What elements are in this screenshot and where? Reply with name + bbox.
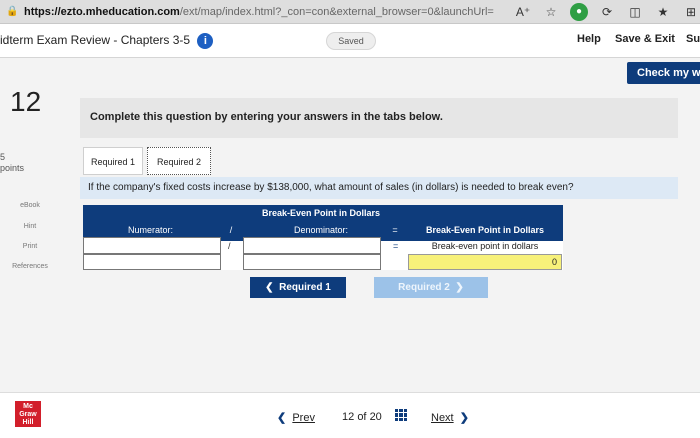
- favorite-star-icon[interactable]: ☆: [542, 3, 560, 21]
- question-grid-icon[interactable]: [395, 409, 407, 421]
- next-question-button[interactable]: Next ❯: [431, 411, 469, 424]
- logo-line-3: Hill: [22, 419, 34, 426]
- row-equals-sign: =: [393, 241, 399, 251]
- app-header: idterm Exam Review - Chapters 3-5 i Save…: [0, 24, 700, 58]
- row-divide-sign: /: [228, 241, 231, 251]
- numerator-input-2[interactable]: [83, 254, 221, 270]
- save-exit-button[interactable]: Save & Exit: [615, 33, 675, 45]
- hint-link[interactable]: Hint: [0, 223, 60, 230]
- logo-line-1: Mc: [23, 403, 33, 410]
- page-indicator: 12 of 20: [342, 411, 382, 423]
- question-number: 12: [10, 86, 42, 117]
- url-text[interactable]: https://ezto.mheducation.com/ext/map/ind…: [24, 6, 494, 18]
- required-1-nav-label: Required 1: [279, 282, 331, 293]
- equals-sign: =: [392, 225, 398, 235]
- question-prompt: If the company's fixed costs increase by…: [80, 177, 678, 199]
- help-button[interactable]: Help: [577, 33, 601, 45]
- chevron-right-icon: ❯: [459, 412, 469, 424]
- mcgraw-hill-logo: Mc Graw Hill: [15, 401, 41, 427]
- exam-title-text: idterm Exam Review - Chapters 3-5: [0, 33, 191, 48]
- denominator-input-2[interactable]: [243, 254, 381, 270]
- denominator-input-1[interactable]: [243, 237, 381, 254]
- current-page: 12: [342, 411, 355, 423]
- favorites-bar-icon[interactable]: ★: [654, 3, 672, 21]
- footer: Mc Graw Hill ❮ Prev 12 of 20 Next ❯: [0, 392, 700, 438]
- points-number: 5: [0, 152, 6, 162]
- browser-toolbar: A⁺ ☆ ● ⟳ ◫ ★ ⊞: [514, 3, 700, 21]
- lock-icon: 🔒: [6, 5, 19, 17]
- result-header: Break-Even Point in Dollars: [425, 225, 545, 235]
- required-1-nav-button[interactable]: ❮ Required 1: [250, 277, 346, 298]
- table-header: Break-Even Point in Dollars Numerator: /…: [83, 205, 563, 241]
- collections-icon[interactable]: ⊞: [682, 3, 700, 21]
- denominator-header: Denominator:: [293, 225, 349, 235]
- tab-required-1[interactable]: Required 1: [83, 147, 143, 175]
- next-label: Next: [431, 412, 454, 424]
- chevron-left-icon: ❮: [265, 282, 274, 293]
- page-of: of: [357, 411, 367, 423]
- exam-title: idterm Exam Review - Chapters 3-5 i: [0, 33, 214, 49]
- refresh-icon[interactable]: ⟳: [598, 3, 616, 21]
- browser-address-bar[interactable]: 🔒 https://ezto.mheducation.com/ext/map/i…: [0, 0, 700, 24]
- instruction-banner: Complete this question by entering your …: [80, 98, 678, 138]
- break-even-result-value: 0: [551, 257, 557, 267]
- url-host: https://ezto.mheducation.com: [24, 5, 180, 18]
- divide-sign: /: [229, 225, 233, 235]
- saved-status-badge: Saved: [326, 32, 376, 50]
- info-icon[interactable]: i: [197, 33, 214, 49]
- result-label: Break-even point in dollars: [431, 241, 539, 251]
- table-title: Break-Even Point in Dollars: [261, 208, 381, 218]
- check-my-work-button[interactable]: Check my wo: [627, 62, 700, 84]
- total-pages: 20: [369, 411, 382, 423]
- print-link[interactable]: Print: [0, 243, 60, 250]
- ebook-link[interactable]: eBook: [0, 202, 60, 209]
- instruction-text: Complete this question by entering your …: [90, 111, 443, 123]
- chevron-right-icon: ❯: [455, 282, 464, 293]
- references-link[interactable]: References: [0, 263, 60, 270]
- break-even-table: Break-Even Point in Dollars Numerator: /…: [83, 205, 563, 270]
- prev-label: Prev: [292, 412, 315, 424]
- url-path: /ext/map/index.html?_con=con&external_br…: [179, 5, 494, 18]
- logo-line-2: Graw: [19, 411, 37, 418]
- break-even-result-cell: 0: [408, 254, 562, 270]
- required-2-nav-button[interactable]: Required 2 ❯: [374, 277, 488, 298]
- numerator-input-1[interactable]: [83, 237, 221, 254]
- required-2-nav-label: Required 2: [398, 282, 450, 293]
- numerator-header: Numerator:: [127, 225, 173, 235]
- chevron-left-icon: ❮: [277, 412, 287, 424]
- tab-required-2[interactable]: Required 2: [147, 147, 211, 175]
- points-label: points: [0, 163, 25, 173]
- read-aloud-icon[interactable]: A⁺: [514, 3, 532, 21]
- points-value: 5 points: [0, 152, 24, 174]
- submit-button[interactable]: Su: [686, 33, 700, 45]
- split-screen-icon[interactable]: ◫: [626, 3, 644, 21]
- extension-icon[interactable]: ●: [570, 3, 588, 21]
- question-text: If the company's fixed costs increase by…: [88, 182, 574, 193]
- prev-question-button[interactable]: ❮ Prev: [277, 411, 315, 424]
